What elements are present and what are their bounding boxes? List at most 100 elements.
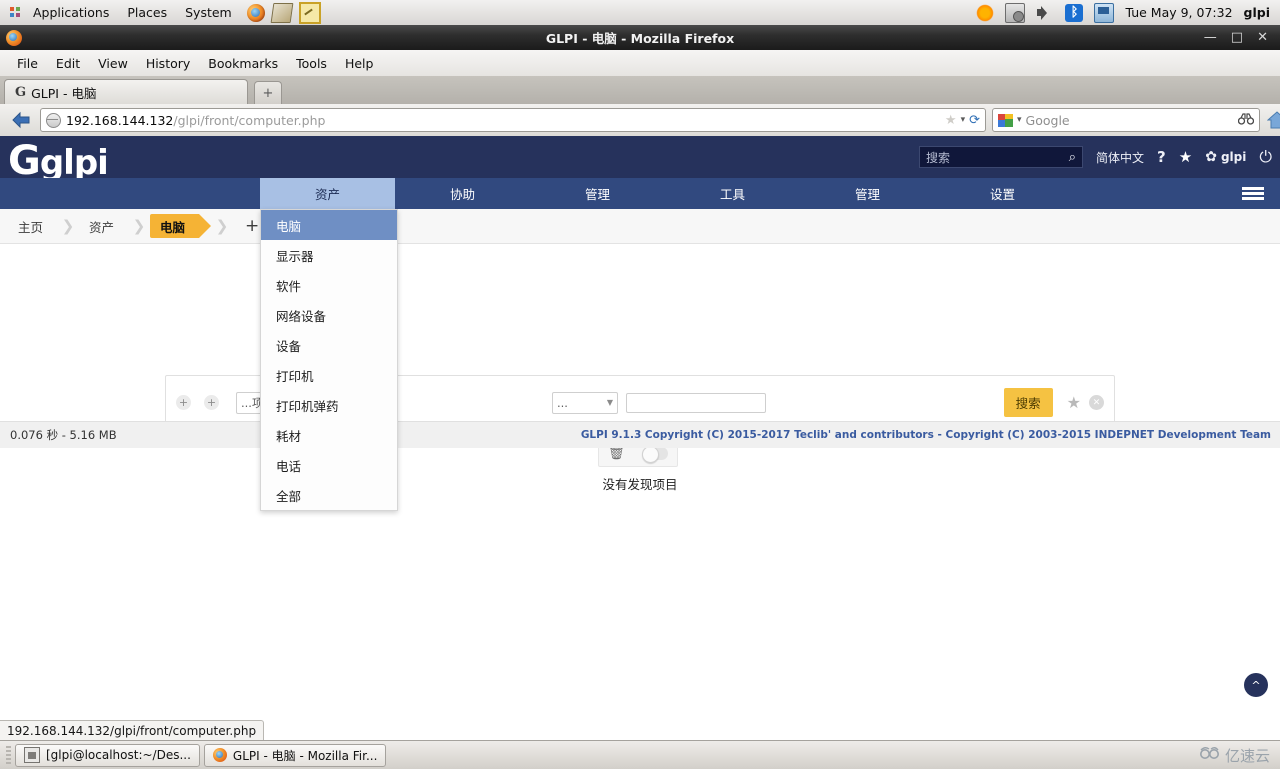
dropdown-item-computers[interactable]: 电脑 (261, 210, 397, 240)
system-menu[interactable]: System (176, 1, 241, 25)
criteria-value-input[interactable] (626, 392, 766, 413)
taskbar-item-label: GLPI - 电脑 - Mozilla Fir... (232, 748, 378, 763)
search-icon[interactable]: ⌕ (1069, 150, 1076, 165)
user-menu[interactable]: glpi (1244, 5, 1270, 20)
clock[interactable]: Tue May 9, 07:32 (1125, 5, 1232, 20)
firefox-icon (212, 748, 227, 762)
dropdown-item-cartridges[interactable]: 打印机弹药 (261, 390, 397, 420)
nav-item-assets[interactable]: 资产 (260, 178, 395, 209)
browser-navbar: 192.168.144.132/glpi/front/computer.php … (0, 104, 1280, 137)
network-icon[interactable] (1094, 2, 1115, 23)
save-search-star-icon[interactable]: ★ (1067, 393, 1081, 412)
assets-dropdown-menu: 电脑 显示器 软件 网络设备 设备 打印机 打印机弹药 耗材 电话 全部 (260, 209, 398, 511)
taskbar-grip[interactable] (6, 746, 11, 764)
binoculars-icon[interactable] (1237, 112, 1255, 128)
breadcrumb-current-label: 电脑 (160, 219, 186, 235)
empty-state-message: 没有发现项目 (602, 477, 678, 492)
browser-search-bar[interactable]: ▾ Google (992, 108, 1260, 132)
menu-history[interactable]: History (137, 56, 199, 71)
places-menu[interactable]: Places (118, 1, 176, 25)
taskbar-item-terminal[interactable]: [glpi@localhost:~/Des... (15, 743, 200, 767)
firefox-launcher-icon[interactable] (246, 3, 265, 22)
home-button[interactable] (1266, 109, 1280, 131)
footer-copyright: GLPI 9.1.3 Copyright (C) 2015-2017 Tecli… (580, 429, 1271, 441)
back-button[interactable] (8, 108, 34, 132)
dropdown-item-global[interactable]: 全部 (261, 480, 397, 510)
dropdown-item-printers[interactable]: 打印机 (261, 360, 397, 390)
add-item-icon[interactable]: + (245, 216, 259, 236)
taskbar-item-label: [glpi@localhost:~/Des... (46, 748, 191, 762)
browser-status-bar: 192.168.144.132/glpi/front/computer.php (0, 720, 265, 741)
nav-item-management[interactable]: 管理 (530, 178, 665, 209)
scroll-to-top-button[interactable]: ^ (1244, 673, 1268, 697)
menu-view[interactable]: View (89, 56, 137, 71)
deleted-toggle[interactable] (642, 445, 669, 463)
update-manager-icon[interactable] (1005, 2, 1026, 23)
user-settings[interactable]: ✿ glpi (1205, 149, 1246, 165)
breadcrumb: 主页 ❯ 资产 ❯ 电脑 ❯ + ⌕ (0, 209, 1280, 244)
nav-item-administration[interactable]: 管理 (800, 178, 935, 209)
dropdown-item-monitors[interactable]: 显示器 (261, 240, 397, 270)
dropdown-item-consumables[interactable]: 耗材 (261, 420, 397, 450)
nav-item-tools[interactable]: 工具 (665, 178, 800, 209)
notes-launcher-icon[interactable] (298, 1, 321, 24)
applications-menu[interactable]: Applications (24, 1, 118, 25)
add-group-criteria-button[interactable]: + (204, 395, 219, 410)
menu-edit[interactable]: Edit (47, 56, 89, 71)
browser-tab-label: GLPI - 电脑 (31, 85, 97, 101)
language-selector[interactable]: 简体中文 (1096, 149, 1144, 166)
applications-menu-icon[interactable] (6, 4, 24, 22)
criteria-operator-select[interactable]: ... ▼ (552, 391, 618, 414)
search-engine-chevron-icon[interactable]: ▾ (1017, 115, 1022, 125)
window-titlebar: GLPI - 电脑 - Mozilla Firefox — □ ✕ (0, 25, 1280, 50)
global-search-input[interactable]: 搜索 ⌕ (919, 146, 1084, 168)
add-criteria-button[interactable]: + (176, 395, 191, 410)
browser-menubar: File Edit View History Bookmarks Tools H… (0, 50, 1280, 77)
menu-file[interactable]: File (8, 56, 47, 71)
volume-icon[interactable] (1036, 4, 1054, 22)
dropdown-item-software[interactable]: 软件 (261, 270, 397, 300)
power-icon[interactable]: ⏻ (1259, 147, 1272, 167)
gear-icon: ✿ (1205, 149, 1217, 165)
taskbar-item-firefox[interactable]: GLPI - 电脑 - Mozilla Fir... (203, 743, 387, 767)
footer-perf-info: 0.076 秒 - 5.16 MB (10, 428, 117, 442)
bookmark-star-icon[interactable]: ★ (945, 113, 957, 128)
menu-bookmarks[interactable]: Bookmarks (199, 56, 287, 71)
watermark: 亿速云 (1199, 745, 1280, 766)
site-identity-icon (46, 112, 61, 128)
chevron-down-icon[interactable]: ▾ (961, 115, 966, 125)
dropdown-item-phones[interactable]: 电话 (261, 450, 397, 480)
cloud-logo-icon (1199, 746, 1221, 764)
bluetooth-icon[interactable]: ᛒ (1065, 3, 1084, 22)
menu-tools[interactable]: Tools (287, 56, 336, 71)
gnome-top-panel: Applications Places System ᛒ Tue May 9, … (0, 0, 1280, 26)
reset-search-icon[interactable]: ✕ (1089, 395, 1104, 410)
search-button[interactable]: 搜索 (1003, 388, 1053, 417)
terminal-icon (24, 747, 40, 763)
bookmark-star-icon[interactable]: ★ (1179, 148, 1192, 166)
dropdown-item-network-devices[interactable]: 网络设备 (261, 300, 397, 330)
browser-search-input[interactable]: Google (1026, 113, 1070, 128)
reload-icon[interactable]: ⟳ (969, 113, 980, 128)
close-button[interactable]: ✕ (1257, 30, 1268, 45)
menu-burger-icon[interactable] (1226, 178, 1280, 209)
dropdown-item-devices[interactable]: 设备 (261, 330, 397, 360)
browser-tab[interactable]: G GLPI - 电脑 (4, 79, 248, 104)
glpi-content: + + ...项目 ... ▼ 搜索 ★ ✕ 🗑 没有发现项目 (0, 244, 1280, 492)
breadcrumb-item-computers[interactable]: 电脑 (150, 214, 212, 238)
window-list-taskbar: [glpi@localhost:~/Des... GLPI - 电脑 - Moz… (0, 740, 1280, 769)
nav-item-setup[interactable]: 设置 (935, 178, 1070, 209)
maximize-button[interactable]: □ (1231, 30, 1243, 45)
help-icon[interactable]: ? (1157, 148, 1166, 166)
sun-icon[interactable] (976, 3, 995, 22)
chevron-down-icon: ▼ (606, 398, 613, 407)
breadcrumb-item-assets[interactable]: 资产 (79, 214, 128, 238)
new-tab-button[interactable]: + (254, 81, 282, 104)
menu-help[interactable]: Help (336, 56, 383, 71)
google-icon[interactable] (998, 113, 1013, 127)
breadcrumb-item-home[interactable]: 主页 (8, 214, 57, 238)
minimize-button[interactable]: — (1204, 30, 1217, 45)
address-bar[interactable]: 192.168.144.132/glpi/front/computer.php … (40, 108, 986, 132)
dictionary-launcher-icon[interactable] (270, 2, 294, 23)
nav-item-assistance[interactable]: 协助 (395, 178, 530, 209)
